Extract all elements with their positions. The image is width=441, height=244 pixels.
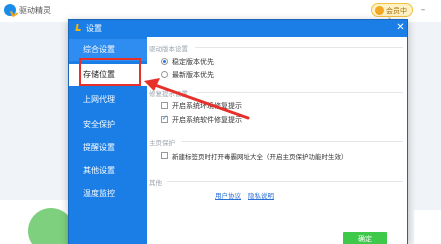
link-user-agreement[interactable]: 用户协议 bbox=[215, 190, 241, 200]
section-title-homepage: 主页保护 bbox=[149, 139, 175, 147]
option-label: 稳定版本优先 bbox=[172, 58, 214, 66]
option-label: 最新版本优先 bbox=[172, 71, 214, 79]
section-divider bbox=[195, 92, 403, 93]
checkbox-software-repair[interactable] bbox=[161, 114, 168, 123]
option-label: 开启系统软件修复提示 bbox=[172, 116, 242, 124]
section-divider bbox=[195, 47, 403, 48]
checkbox-env-repair[interactable] bbox=[161, 102, 168, 109]
section-divider bbox=[167, 181, 403, 182]
radio-stable-version[interactable] bbox=[161, 58, 168, 65]
minimize-icon[interactable]: – bbox=[418, 5, 428, 15]
sidebar-item-proxy[interactable]: 上网代理 bbox=[69, 89, 147, 111]
app-side-panel bbox=[414, 210, 441, 244]
settings-dialog: 设置 ✕ 综合设置 存储位置 上网代理 安全保护 提醒设置 其他设置 温度监控 … bbox=[68, 19, 408, 244]
vip-icon bbox=[375, 6, 384, 15]
ok-button[interactable]: 确定 bbox=[343, 232, 387, 244]
section-title-other: 其他 bbox=[149, 179, 162, 187]
checkbox-new-tab-homepage[interactable] bbox=[161, 152, 168, 159]
vip-center-button[interactable]: 会员中心 bbox=[371, 3, 413, 25]
dialog-title: 设置 bbox=[86, 24, 102, 33]
dialog-logo-icon bbox=[74, 23, 84, 33]
sidebar-item-temperature[interactable]: 温度监控 bbox=[69, 183, 147, 205]
sidebar-item-security[interactable]: 安全保护 bbox=[69, 114, 147, 136]
close-icon[interactable]: ✕ bbox=[395, 22, 406, 34]
section-title-repair-tip: 修复提示设置 bbox=[149, 90, 188, 98]
app-logo-icon bbox=[4, 4, 19, 18]
settings-panel: 驱动版本设置 稳定版本优先 最新版本优先 修复提示设置 开启系统环境修复提示 开… bbox=[147, 37, 407, 244]
section-divider bbox=[181, 141, 403, 142]
section-title-driver-version: 驱动版本设置 bbox=[149, 45, 188, 53]
highlight-box bbox=[79, 58, 141, 86]
option-label: 开启系统环境修复提示 bbox=[172, 102, 242, 110]
sidebar-item-reminder[interactable]: 提醒设置 bbox=[69, 137, 147, 159]
dialog-header: 设置 ✕ bbox=[69, 20, 407, 37]
radio-latest-version[interactable] bbox=[161, 71, 168, 78]
option-label: 新建标签页时打开毒霸网址大全（开启主页保护功能时生效） bbox=[172, 153, 348, 161]
link-privacy-policy[interactable]: 隐私说明 bbox=[248, 190, 274, 200]
sidebar-item-other[interactable]: 其他设置 bbox=[69, 160, 147, 182]
app-title: 驱动精灵 bbox=[19, 6, 51, 15]
